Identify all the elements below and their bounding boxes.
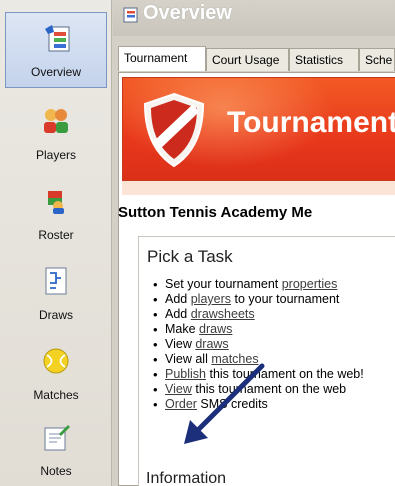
task-text: View all [165, 352, 212, 366]
sidebar-item-draws[interactable]: Draws [5, 256, 107, 332]
list-item: Add drawsheets [153, 307, 393, 322]
make-draws-link[interactable]: draws [199, 322, 232, 336]
sidebar-item-label: Notes [40, 464, 72, 478]
page-header: Overview [113, 0, 395, 36]
task-text: to your tournament [231, 292, 340, 306]
task-text: Set your tournament [165, 277, 282, 291]
order-sms-link[interactable]: Order [165, 397, 197, 411]
drawsheets-link[interactable]: drawsheets [191, 307, 255, 321]
tab-tournament[interactable]: Tournament [118, 46, 206, 71]
overview-icon [45, 25, 70, 52]
view-draws-link[interactable]: draws [195, 337, 228, 351]
task-text: this tournament on the web [191, 382, 347, 396]
sidebar-item-label: Players [35, 148, 76, 162]
banner-strip [122, 181, 395, 195]
tab-statistics[interactable]: Statistics [289, 48, 359, 71]
task-text: View [165, 337, 196, 351]
task-text: Add [165, 307, 191, 321]
properties-link[interactable]: properties [282, 277, 338, 291]
sidebar-item-label: Draws [38, 308, 73, 322]
list-item: View this tournament on the web [153, 382, 393, 397]
task-text: this tournament on the web! [206, 367, 364, 381]
academy-title: Sutton Tennis Academy Me [118, 204, 313, 221]
sidebar-item-label: Roster [38, 228, 74, 242]
sidebar-item-notes[interactable]: Notes [5, 412, 107, 486]
task-heading: Pick a Task [147, 247, 233, 266]
sidebar: Overview Players Roster Draws Matches No… [0, 0, 112, 486]
roster-icon [48, 191, 64, 214]
sidebar-item-matches[interactable]: Matches [5, 336, 107, 412]
overview-icon [123, 7, 138, 23]
task-text: Make [165, 322, 200, 336]
publish-link[interactable]: Publish [165, 367, 206, 381]
sidebar-item-overview[interactable]: Overview [5, 12, 107, 88]
players-icon [44, 109, 68, 133]
tournament-banner: Tournament [122, 77, 395, 181]
draws-icon [45, 267, 67, 295]
view-on-web-link[interactable]: View [165, 382, 192, 396]
page-title: Overview [143, 2, 232, 24]
tab-schedule[interactable]: Sche [359, 48, 395, 71]
banner-title: Tournament [227, 106, 395, 139]
task-text: SMS credits [196, 397, 268, 411]
tab-bar: Tournament Court Usage Statistics Sche [118, 46, 395, 72]
tab-court-usage[interactable]: Court Usage [206, 48, 289, 71]
list-item: Add players to your tournament [153, 292, 393, 307]
tennis-ball-icon [43, 348, 69, 374]
list-item: Set your tournament properties [153, 277, 393, 292]
information-heading: Information [146, 470, 227, 486]
sidebar-item-label: Overview [30, 65, 81, 79]
task-text: Add [165, 292, 191, 306]
matches-link[interactable]: matches [211, 352, 258, 366]
notes-icon [44, 425, 70, 451]
shield-logo-icon [143, 92, 205, 168]
list-item: View all matches [153, 352, 393, 367]
list-item: Publish this tournament on the web! [153, 367, 393, 382]
sidebar-item-label: Matches [33, 388, 79, 402]
list-item: Order SMS credits [153, 397, 393, 412]
list-item: Make draws [153, 322, 393, 337]
task-list: Set your tournament properties Add playe… [153, 277, 393, 412]
sidebar-item-players[interactable]: Players [5, 96, 107, 172]
list-item: View draws [153, 337, 393, 352]
sidebar-item-roster[interactable]: Roster [5, 176, 107, 252]
players-link[interactable]: players [191, 292, 231, 306]
pick-a-task-panel: Pick a Task Set your tournament properti… [138, 236, 395, 486]
